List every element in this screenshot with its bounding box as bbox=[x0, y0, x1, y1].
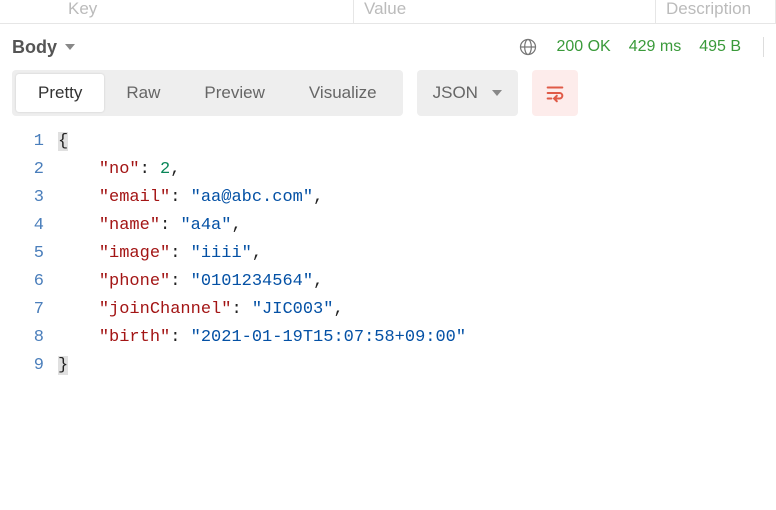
code-line: 7 "joinChannel": "JIC003", bbox=[12, 296, 764, 324]
tab-visualize[interactable]: Visualize bbox=[287, 74, 399, 112]
status-size: 495 B bbox=[699, 38, 741, 56]
tab-preview[interactable]: Preview bbox=[182, 74, 286, 112]
col-value: Value bbox=[354, 0, 656, 23]
status-time: 429 ms bbox=[629, 38, 681, 56]
status-code: 200 OK bbox=[556, 38, 610, 56]
line-number: 9 bbox=[12, 352, 58, 380]
line-number: 4 bbox=[12, 212, 58, 240]
line-number: 8 bbox=[12, 324, 58, 352]
tab-pretty[interactable]: Pretty bbox=[16, 74, 104, 112]
chevron-down-icon bbox=[65, 44, 75, 50]
tab-raw[interactable]: Raw bbox=[104, 74, 182, 112]
response-toolbar: Pretty Raw Preview Visualize JSON bbox=[0, 70, 776, 128]
params-header-row: Key Value Description bbox=[0, 0, 776, 24]
code-line: 4 "name": "a4a", bbox=[12, 212, 764, 240]
col-key: Key bbox=[58, 0, 354, 23]
format-select[interactable]: JSON bbox=[417, 70, 518, 116]
line-number: 6 bbox=[12, 268, 58, 296]
code-line: 9 } bbox=[12, 352, 764, 380]
globe-icon[interactable] bbox=[518, 37, 538, 57]
body-section-toggle[interactable]: Body bbox=[12, 37, 75, 58]
code-line: 5 "image": "iiii", bbox=[12, 240, 764, 268]
code-line: 1 { bbox=[12, 128, 764, 156]
code-line: 3 "email": "aa@abc.com", bbox=[12, 184, 764, 212]
response-meta: 200 OK 429 ms 495 B bbox=[518, 37, 764, 57]
line-number: 7 bbox=[12, 296, 58, 324]
line-number: 2 bbox=[12, 156, 58, 184]
line-number: 1 bbox=[12, 128, 58, 156]
wrap-lines-button[interactable] bbox=[532, 70, 578, 116]
divider bbox=[763, 37, 764, 57]
code-line: 2 "no": 2, bbox=[12, 156, 764, 184]
body-label: Body bbox=[12, 37, 57, 58]
line-number: 3 bbox=[12, 184, 58, 212]
format-value: JSON bbox=[433, 83, 478, 103]
response-body[interactable]: 1 { 2 "no": 2, 3 "email": "aa@abc.com", … bbox=[0, 128, 776, 380]
line-number: 5 bbox=[12, 240, 58, 268]
view-tabs: Pretty Raw Preview Visualize bbox=[12, 70, 403, 116]
code-line: 6 "phone": "0101234564", bbox=[12, 268, 764, 296]
body-bar: Body 200 OK 429 ms 495 B bbox=[0, 24, 776, 70]
col-desc: Description bbox=[656, 0, 776, 23]
chevron-down-icon bbox=[492, 90, 502, 96]
code-line: 8 "birth": "2021-01-19T15:07:58+09:00" bbox=[12, 324, 764, 352]
